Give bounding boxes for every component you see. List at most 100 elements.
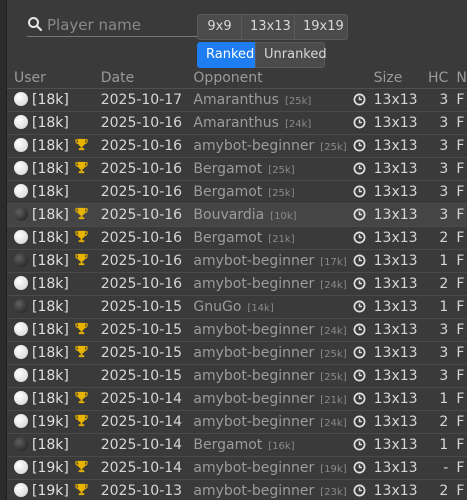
trophy-icon [75,460,88,473]
opponent-name[interactable]: amybot-beginner [193,460,314,476]
user-cell: [18k] [7,295,101,319]
size-13x13-button[interactable]: 13x13 [241,14,295,40]
clock-cell [353,364,374,388]
opponent-name[interactable]: Bergamot [193,437,262,453]
game-date: 2025-10-13 [100,479,194,500]
user-cell: [18k] [7,157,101,181]
table-row[interactable]: [18k] 2025-10-14 Bergamot [16k] 13x13 1 F [7,433,467,457]
board-size: 13x13 [373,295,428,319]
opponent-rank: [25k] [268,165,295,176]
opponent-name[interactable]: Bouvardia [193,207,264,223]
white-stone-icon [14,322,28,336]
opponent-cell: Amaranthus [24k] [193,111,354,135]
result: F [456,410,467,434]
column-opponent[interactable]: Opponent [193,67,354,89]
opponent-name[interactable]: amybot-beginner [193,368,314,384]
table-row[interactable]: [19k] 2025-10-14 amybot-beginner [24k] 13x13… [7,410,467,434]
opponent-rank: [21k] [268,234,295,245]
opponent-name[interactable]: amybot-beginner [193,253,314,269]
ranked-button[interactable]: Ranked [197,42,256,68]
trophy-icon [75,161,88,174]
result: F [456,433,467,457]
user-cell: [18k] [7,249,101,273]
white-stone-icon [14,368,28,382]
handicap: 2 [427,410,457,434]
user-cell: [18k] [7,364,101,388]
game-date: 2025-10-16 [100,157,194,181]
opponent-name[interactable]: amybot-beginner [193,322,314,338]
board-size: 13x13 [373,341,428,365]
opponent-rank: [23k] [320,487,347,498]
opponent-name[interactable]: amybot-beginner [193,345,314,361]
opponent-cell: Bergamot [21k] [193,226,354,250]
user-rank: [18k] [32,92,69,108]
column-handicap[interactable]: HC [427,67,457,89]
column-date[interactable]: Date [100,67,194,89]
result: F [456,456,467,480]
table-row[interactable]: [18k] 2025-10-15 amybot-beginner [24k] 13x13… [7,318,467,342]
opponent-name[interactable]: amybot-beginner [193,276,314,292]
table-row[interactable]: [18k] 2025-10-15 amybot-beginner [25k] 13x13… [7,341,467,365]
table-row[interactable]: [18k] 2025-10-14 amybot-beginner [21k] 13x13… [7,387,467,411]
table-row[interactable]: [18k] 2025-10-15 GnuGo [14k] 13x13 1 F [7,295,467,319]
opponent-name[interactable]: Amaranthus [193,92,279,108]
user-cell: [18k] [7,134,101,158]
table-row[interactable]: [18k] 2025-10-16 Bergamot [21k] 13x13 2 F [7,226,467,250]
column-clock [353,67,374,89]
handicap: 1 [427,249,457,273]
table-row[interactable]: [18k] 2025-10-16 Bergamot [25k] 13x13 3 F [7,157,467,181]
board-size: 13x13 [373,226,428,250]
table-row[interactable]: [18k] 2025-10-16 amybot-beginner [24k] 13x13… [7,272,467,296]
column-user[interactable]: User [7,67,101,89]
table-row[interactable]: [19k] 2025-10-13 amybot-beginner [23k] 13x13… [7,479,467,500]
player-name-input[interactable] [47,14,197,36]
opponent-cell: amybot-beginner [19k] [193,456,354,480]
clock-cell [353,157,374,181]
clock-icon [353,116,366,129]
board-size: 13x13 [373,272,428,296]
handicap: 2 [427,226,457,250]
opponent-name[interactable]: GnuGo [193,299,241,315]
clock-cell [353,456,374,480]
board-size: 13x13 [373,479,428,500]
column-size[interactable]: Size [373,67,428,89]
user-rank: [19k] [32,460,69,476]
table-row[interactable]: [18k] 2025-10-16 Amaranthus [24k] 13x13 3 F [7,111,467,135]
opponent-name[interactable]: amybot-beginner [193,483,314,499]
opponent-name[interactable]: Bergamot [193,184,262,200]
opponent-name[interactable]: Bergamot [193,161,262,177]
column-result[interactable]: N [456,67,467,89]
clock-cell [353,272,374,296]
white-stone-icon [14,230,28,244]
game-history-table: User Date Opponent Size HC N [18k] 2025-1… [7,67,467,500]
game-date: 2025-10-14 [100,387,194,411]
size-19x19-button[interactable]: 19x19 [294,14,348,40]
user-rank: [18k] [32,345,69,361]
trophy-icon [75,414,88,427]
table-row[interactable]: [18k] 2025-10-16 amybot-beginner [25k] 13x13… [7,134,467,158]
opponent-name[interactable]: amybot-beginner [193,138,314,154]
table-row[interactable]: [18k] 2025-10-15 amybot-beginner [25k] 13x13… [7,364,467,388]
trophy-icon [75,391,88,404]
handicap: 1 [427,387,457,411]
board-size: 13x13 [373,410,428,434]
table-row[interactable]: [18k] 2025-10-17 Amaranthus [25k] 13x13 3 F [7,88,467,112]
opponent-name[interactable]: Amaranthus [193,115,279,131]
trophy-icon [75,322,88,335]
board-size: 13x13 [373,387,428,411]
opponent-name[interactable]: amybot-beginner [193,391,314,407]
table-row[interactable]: [19k] 2025-10-14 amybot-beginner [19k] 13x13… [7,456,467,480]
handicap: 3 [427,88,457,112]
game-date: 2025-10-17 [100,88,194,112]
opponent-name[interactable]: Bergamot [193,230,262,246]
clock-icon [353,461,366,474]
opponent-name[interactable]: amybot-beginner [193,414,314,430]
white-stone-icon [14,138,28,152]
handicap: 3 [427,318,457,342]
table-row[interactable]: [18k] 2025-10-16 amybot-beginner [17k] 13x13… [7,249,467,273]
unranked-button[interactable]: Unranked [255,42,327,68]
size-9x9-button[interactable]: 9x9 [197,14,242,40]
table-row[interactable]: [18k] 2025-10-16 Bouvardia [10k] 13x13 3 F [7,203,467,227]
table-row[interactable]: [18k] 2025-10-16 Bergamot [25k] 13x13 3 F [7,180,467,204]
clock-icon [353,438,366,451]
